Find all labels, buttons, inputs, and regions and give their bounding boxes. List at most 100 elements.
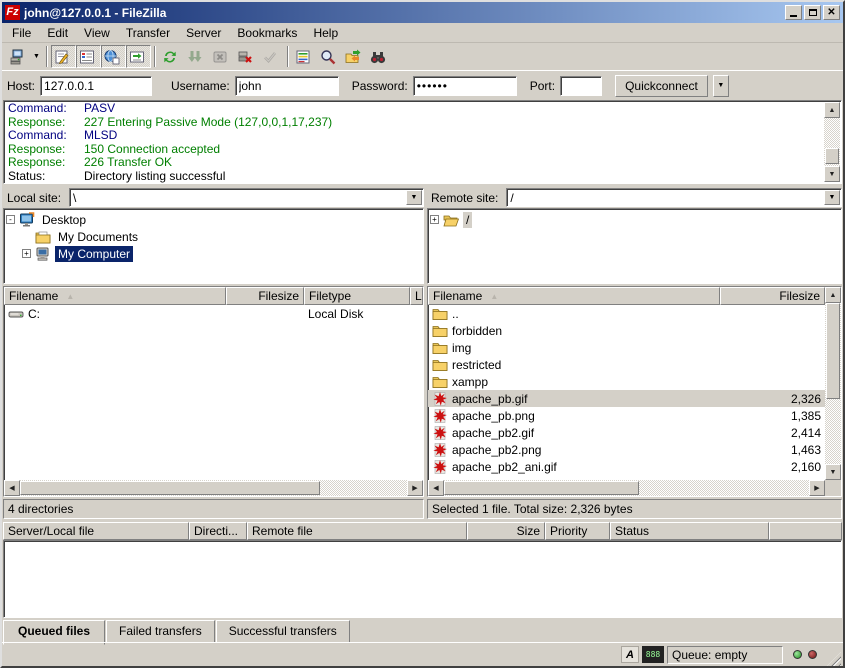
column-header-lastmodified[interactable]: L (410, 287, 423, 305)
username-input[interactable] (235, 76, 339, 96)
menu-bookmarks[interactable]: Bookmarks (229, 24, 305, 42)
scroll-thumb[interactable] (825, 148, 839, 164)
menu-file[interactable]: File (4, 24, 39, 42)
file-row[interactable]: restricted (428, 356, 825, 373)
site-manager-dropdown[interactable]: ▼ (30, 45, 43, 68)
find-files-button[interactable] (367, 45, 392, 68)
local-site-combo[interactable]: \ ▼ (69, 188, 424, 207)
quickconnect-dropdown[interactable]: ▼ (713, 75, 729, 97)
scroll-thumb[interactable] (826, 303, 840, 399)
file-row[interactable]: img (428, 339, 825, 356)
scroll-up-button[interactable]: ▲ (825, 287, 841, 303)
remote-site-combo[interactable]: / ▼ (506, 188, 842, 207)
host-input[interactable] (40, 76, 152, 96)
toggle-queue-button[interactable] (126, 45, 151, 68)
port-input[interactable] (560, 76, 602, 96)
file-row[interactable]: apache_pb.png 1,385 (428, 407, 825, 424)
column-header-filename[interactable]: Filename▲ (428, 287, 720, 305)
local-site-value: \ (70, 191, 405, 205)
directory-comparison-button[interactable] (317, 45, 342, 68)
column-header-priority[interactable]: Priority (545, 522, 610, 540)
refresh-icon (162, 49, 178, 65)
filter-button[interactable] (292, 45, 317, 68)
synchronized-browsing-button[interactable] (342, 45, 367, 68)
remote-vertical-scrollbar[interactable]: ▲ ▼ (825, 287, 841, 480)
file-row-selected[interactable]: apache_pb.gif 2,326 (428, 390, 825, 407)
tree-item-root[interactable]: + / (430, 211, 839, 228)
queue-body[interactable] (3, 540, 842, 618)
tree-item-desktop[interactable]: - Desktop (6, 211, 421, 228)
file-panes: Local site: \ ▼ - Desktop (2, 187, 843, 519)
quickconnect-button[interactable]: Quickconnect (615, 75, 708, 97)
column-header-direction[interactable]: Directi... (189, 522, 247, 540)
tab-failed-transfers[interactable]: Failed transfers (106, 620, 215, 643)
folder-icon (432, 323, 448, 339)
scroll-left-button[interactable]: ◀ (4, 480, 20, 496)
desktop-icon (19, 212, 35, 228)
tab-successful-transfers[interactable]: Successful transfers (216, 620, 350, 643)
local-tree: - Desktop (3, 208, 424, 284)
disconnect-button[interactable] (234, 45, 259, 68)
column-header-server-local-file[interactable]: Server/Local file (3, 522, 189, 540)
close-button[interactable]: ✕ (823, 5, 840, 20)
site-manager-button[interactable] (5, 45, 30, 68)
column-header-filename[interactable]: Filename▲ (4, 287, 226, 305)
scroll-down-button[interactable]: ▼ (825, 464, 841, 480)
minimize-button[interactable] (785, 5, 802, 20)
toggle-log-button[interactable] (51, 45, 76, 68)
column-header-filesize[interactable]: Filesize (720, 287, 825, 305)
menu-view[interactable]: View (76, 24, 118, 42)
transfer-type-icon[interactable]: A (621, 646, 639, 663)
column-header-remote-file[interactable]: Remote file (247, 522, 467, 540)
file-row[interactable]: apache_pb2_ani.gif 2,160 (428, 458, 825, 475)
refresh-button[interactable] (159, 45, 184, 68)
scroll-down-button[interactable]: ▼ (824, 166, 840, 182)
remote-pane: Remote site: / ▼ + / F (427, 187, 842, 519)
expand-icon[interactable]: + (430, 215, 439, 224)
image-file-icon (432, 408, 448, 424)
scroll-right-button[interactable]: ▶ (809, 480, 825, 496)
file-row[interactable]: .. (428, 305, 825, 322)
column-header-size[interactable]: Size (467, 522, 545, 540)
local-horizontal-scrollbar[interactable]: ◀ ▶ (4, 480, 423, 496)
scroll-up-button[interactable]: ▲ (824, 102, 840, 118)
menu-server[interactable]: Server (178, 24, 229, 42)
process-queue-icon (187, 49, 203, 65)
resize-grip[interactable] (827, 652, 841, 666)
file-row[interactable]: apache_pb2.png 1,463 (428, 441, 825, 458)
tree-item-my-computer[interactable]: + My Computer (6, 245, 421, 262)
cancel-button[interactable] (209, 45, 234, 68)
expand-icon[interactable]: + (22, 249, 31, 258)
toggle-local-tree-button[interactable] (76, 45, 101, 68)
log-scrollbar[interactable]: ▲ ▼ (824, 102, 840, 182)
scroll-thumb[interactable] (444, 481, 639, 495)
scroll-right-button[interactable]: ▶ (407, 480, 423, 496)
menu-help[interactable]: Help (305, 24, 346, 42)
local-site-dropdown[interactable]: ▼ (406, 190, 422, 205)
file-row[interactable]: xampp (428, 373, 825, 390)
column-header-filesize[interactable]: Filesize (226, 287, 304, 305)
local-site-bar: Local site: \ ▼ (3, 187, 424, 208)
file-row[interactable]: forbidden (428, 322, 825, 339)
maximize-button[interactable] (804, 5, 821, 20)
scroll-thumb[interactable] (20, 481, 320, 495)
collapse-icon[interactable]: - (6, 215, 15, 224)
process-queue-button[interactable] (184, 45, 209, 68)
column-header-filetype[interactable]: Filetype (304, 287, 410, 305)
scroll-left-button[interactable]: ◀ (428, 480, 444, 496)
reconnect-button[interactable] (259, 45, 284, 68)
menu-edit[interactable]: Edit (39, 24, 76, 42)
folder-icon (432, 374, 448, 390)
titlebar[interactable]: Fz john@127.0.0.1 - FileZilla ✕ (2, 2, 843, 23)
remote-horizontal-scrollbar[interactable]: ◀ ▶ (428, 480, 825, 496)
column-header-status[interactable]: Status (610, 522, 769, 540)
file-row[interactable]: apache_pb2.gif 2,414 (428, 424, 825, 441)
menu-transfer[interactable]: Transfer (118, 24, 178, 42)
activity-led-green (793, 650, 802, 659)
remote-site-dropdown[interactable]: ▼ (824, 190, 840, 205)
toggle-remote-tree-button[interactable] (101, 45, 126, 68)
password-input[interactable] (413, 76, 517, 96)
speed-limit-icon[interactable]: 888 (642, 646, 664, 663)
file-row-c-drive[interactable]: C: Local Disk (4, 305, 423, 322)
tree-item-my-documents[interactable]: My Documents (6, 228, 421, 245)
